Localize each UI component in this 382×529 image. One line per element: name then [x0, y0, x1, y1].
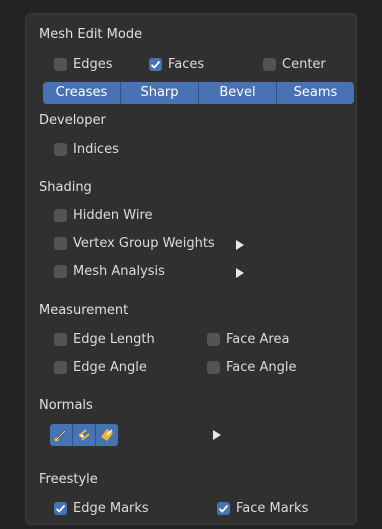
normals-display-buttons: [50, 424, 118, 446]
face-angle-label: Face Angle: [226, 360, 297, 375]
checkmark-icon: [55, 504, 66, 513]
face-area-label: Face Area: [226, 332, 290, 347]
checkmark-icon: [150, 60, 161, 69]
checkbox-box: [54, 265, 67, 278]
checkbox-box: [54, 333, 67, 346]
vertex-normals-button[interactable]: [50, 424, 73, 446]
faces-label: Faces: [168, 57, 205, 72]
center-label: Center: [282, 57, 326, 72]
edge-marks-checkbox[interactable]: Edge Marks: [54, 501, 149, 516]
center-checkbox[interactable]: Center: [263, 57, 326, 72]
vertex-group-weights-checkbox[interactable]: Vertex Group Weights: [54, 236, 215, 251]
checkbox-box: [54, 143, 67, 156]
seams-button[interactable]: Seams: [277, 82, 354, 104]
expand-arrow-icon[interactable]: [213, 430, 221, 440]
indices-checkbox[interactable]: Indices: [54, 142, 119, 157]
sharp-button[interactable]: Sharp: [121, 82, 199, 104]
edge-length-label: Edge Length: [73, 332, 155, 347]
mesh-analysis-label: Mesh Analysis: [73, 264, 165, 279]
checkbox-box: [54, 58, 67, 71]
split-normals-button[interactable]: [73, 424, 96, 446]
hidden-wire-label: Hidden Wire: [73, 208, 153, 223]
vertex-group-weights-label: Vertex Group Weights: [73, 236, 215, 251]
creases-button[interactable]: Creases: [43, 82, 121, 104]
checkbox-box: [54, 209, 67, 222]
edge-angle-label: Edge Angle: [73, 360, 147, 375]
split-normals-icon: [78, 429, 90, 441]
expand-arrow-icon[interactable]: [236, 268, 244, 278]
edges-label: Edges: [73, 57, 113, 72]
checkbox-box: [149, 58, 162, 71]
edge-data-buttons: Creases Sharp Bevel Seams: [43, 82, 354, 104]
vertex-normals-icon: [54, 430, 66, 442]
normals-title: Normals: [39, 398, 93, 413]
edge-marks-label: Edge Marks: [73, 501, 149, 516]
face-marks-label: Face Marks: [236, 501, 309, 516]
mesh-analysis-checkbox[interactable]: Mesh Analysis: [54, 264, 165, 279]
developer-title: Developer: [39, 113, 106, 128]
edge-length-checkbox[interactable]: Edge Length: [54, 332, 155, 347]
faces-checkbox[interactable]: Faces: [149, 57, 204, 72]
face-normals-icon: [101, 429, 113, 441]
face-area-checkbox[interactable]: Face Area: [207, 332, 289, 347]
checkbox-box: [207, 333, 220, 346]
checkbox-box: [54, 361, 67, 374]
checkmark-icon: [218, 504, 229, 513]
face-angle-checkbox[interactable]: Face Angle: [207, 360, 297, 375]
hidden-wire-checkbox[interactable]: Hidden Wire: [54, 208, 153, 223]
bevel-button[interactable]: Bevel: [199, 82, 277, 104]
shading-title: Shading: [39, 180, 92, 195]
mesh-edit-mode-title: Mesh Edit Mode: [39, 27, 143, 42]
checkbox-box: [217, 502, 230, 515]
checkbox-box: [207, 361, 220, 374]
checkbox-box: [54, 502, 67, 515]
face-normals-button[interactable]: [96, 424, 118, 446]
face-marks-checkbox[interactable]: Face Marks: [217, 501, 308, 516]
checkbox-box: [54, 237, 67, 250]
edges-checkbox[interactable]: Edges: [54, 57, 113, 72]
edge-angle-checkbox[interactable]: Edge Angle: [54, 360, 147, 375]
measurement-title: Measurement: [39, 303, 129, 318]
checkbox-box: [263, 58, 276, 71]
expand-arrow-icon[interactable]: [236, 240, 244, 250]
freestyle-title: Freestyle: [39, 472, 98, 487]
indices-label: Indices: [73, 142, 119, 157]
